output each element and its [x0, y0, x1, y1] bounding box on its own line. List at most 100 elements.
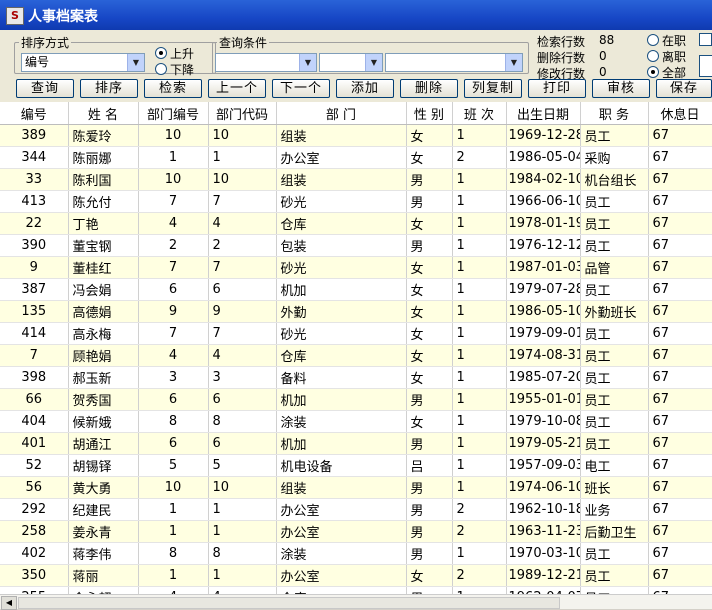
table-cell[interactable]: 7: [138, 322, 209, 345]
table-cell[interactable]: 女: [406, 124, 453, 147]
copy-column-button[interactable]: 列复制: [464, 79, 522, 98]
table-cell[interactable]: 67: [648, 542, 712, 565]
table-row[interactable]: 33 陈利国 10 10 组装男 1 1984-02-10 机台组长 67: [0, 168, 712, 191]
table-cell[interactable]: 135: [0, 300, 69, 323]
table-cell[interactable]: 董桂红: [68, 256, 139, 279]
table-cell[interactable]: 1: [452, 476, 507, 499]
audit-button[interactable]: 审核: [592, 79, 650, 98]
table-cell[interactable]: 组装: [276, 168, 407, 191]
table-row[interactable]: 52 胡锡铎 5 5 机电设备吕 1 1957-09-03 电工 67: [0, 454, 712, 477]
table-cell[interactable]: 女: [406, 564, 453, 587]
table-cell[interactable]: 66: [0, 388, 69, 411]
table-cell[interactable]: 女: [406, 212, 453, 235]
table-cell[interactable]: 1: [452, 168, 507, 191]
table-cell[interactable]: 1: [452, 256, 507, 279]
table-cell[interactable]: 398: [0, 366, 69, 389]
table-cell[interactable]: 67: [648, 520, 712, 543]
table-cell[interactable]: 67: [648, 366, 712, 389]
table-cell[interactable]: 2: [452, 564, 507, 587]
chevron-down-icon[interactable]: ▼: [505, 54, 522, 71]
print-button[interactable]: 打印: [528, 79, 586, 98]
table-cell[interactable]: 女: [406, 256, 453, 279]
table-cell[interactable]: 1: [138, 498, 209, 521]
table-cell[interactable]: 办公室: [276, 498, 407, 521]
table-cell[interactable]: 6: [208, 388, 277, 411]
table-cell[interactable]: 女: [406, 366, 453, 389]
table-cell[interactable]: 1: [452, 432, 507, 455]
table-cell[interactable]: 1979-07-28: [506, 278, 581, 301]
table-cell[interactable]: 男: [406, 498, 453, 521]
table-cell[interactable]: 10: [208, 168, 277, 191]
table-cell[interactable]: 8: [138, 542, 209, 565]
table-cell[interactable]: 4: [208, 344, 277, 367]
table-cell[interactable]: 男: [406, 586, 453, 594]
table-row[interactable]: 350 蒋丽 1 1 办公室女 2 1989-12-21 员工 67: [0, 564, 712, 587]
table-cell[interactable]: 电工: [580, 454, 649, 477]
table-cell[interactable]: 外勤班长: [580, 300, 649, 323]
table-cell[interactable]: 9: [208, 300, 277, 323]
table-cell[interactable]: 33: [0, 168, 69, 191]
table-cell[interactable]: 1974-06-10: [506, 476, 581, 499]
table-cell[interactable]: 陈利国: [68, 168, 139, 191]
table-cell[interactable]: 1978-01-19: [506, 212, 581, 235]
table-cell[interactable]: 1989-12-21: [506, 564, 581, 587]
table-cell[interactable]: 1: [452, 190, 507, 213]
table-cell[interactable]: 办公室: [276, 564, 407, 587]
table-cell[interactable]: 8: [208, 410, 277, 433]
table-cell[interactable]: 高永梅: [68, 322, 139, 345]
table-cell[interactable]: 6: [138, 388, 209, 411]
table-cell[interactable]: 1962-10-18: [506, 498, 581, 521]
records-grid[interactable]: 编号姓 名部门编号 部门代码部 门性 别班 次出生日期职 务休息日 389 陈爱玲 1…: [0, 102, 712, 594]
column-header[interactable]: 姓 名: [68, 102, 139, 125]
table-cell[interactable]: 丁艳: [68, 212, 139, 235]
column-header[interactable]: 部 门: [276, 102, 407, 125]
table-cell[interactable]: 涂装: [276, 542, 407, 565]
table-cell[interactable]: 67: [648, 256, 712, 279]
table-cell[interactable]: 1: [208, 498, 277, 521]
column-header[interactable]: 职 务: [580, 102, 649, 125]
table-cell[interactable]: 67: [648, 476, 712, 499]
column-header[interactable]: 班 次: [452, 102, 507, 125]
table-cell[interactable]: 1962-04-07: [506, 586, 581, 594]
table-cell[interactable]: 胡锡铎: [68, 454, 139, 477]
table-cell[interactable]: 1: [452, 322, 507, 345]
table-row[interactable]: 401 胡通江 6 6 机加男 1 1979-05-21 员工 67: [0, 432, 712, 455]
table-cell[interactable]: 1974-08-31: [506, 344, 581, 367]
table-cell[interactable]: 董宝钢: [68, 234, 139, 257]
table-cell[interactable]: 7: [138, 190, 209, 213]
table-cell[interactable]: 男: [406, 432, 453, 455]
table-cell[interactable]: 7: [208, 190, 277, 213]
table-cell[interactable]: 67: [648, 388, 712, 411]
table-cell[interactable]: 8: [138, 410, 209, 433]
table-cell[interactable]: 4: [208, 212, 277, 235]
table-cell[interactable]: 黄大勇: [68, 476, 139, 499]
table-cell[interactable]: 员工: [580, 542, 649, 565]
table-cell[interactable]: 1: [452, 366, 507, 389]
table-cell[interactable]: 1979-05-21: [506, 432, 581, 455]
table-cell[interactable]: 男: [406, 190, 453, 213]
table-cell[interactable]: 男: [406, 542, 453, 565]
table-cell[interactable]: 1: [452, 234, 507, 257]
table-cell[interactable]: 仓库: [276, 586, 407, 594]
table-cell[interactable]: 404: [0, 410, 69, 433]
table-cell[interactable]: 机台组长: [580, 168, 649, 191]
scrollbar-thumb[interactable]: [18, 597, 560, 609]
table-cell[interactable]: 67: [648, 586, 712, 594]
table-cell[interactable]: 402: [0, 542, 69, 565]
table-cell[interactable]: 2: [452, 498, 507, 521]
table-cell[interactable]: 1: [452, 542, 507, 565]
chevron-down-icon[interactable]: ▼: [299, 54, 316, 71]
table-cell[interactable]: 2: [208, 234, 277, 257]
table-cell[interactable]: 员工: [580, 212, 649, 235]
table-cell[interactable]: 387: [0, 278, 69, 301]
table-cell[interactable]: 9: [138, 300, 209, 323]
table-cell[interactable]: 3: [208, 366, 277, 389]
table-cell[interactable]: 包装: [276, 234, 407, 257]
table-cell[interactable]: 顾艳娟: [68, 344, 139, 367]
table-cell[interactable]: 1: [452, 454, 507, 477]
table-cell[interactable]: 员工: [580, 564, 649, 587]
column-header[interactable]: 性 别: [406, 102, 453, 125]
column-header[interactable]: 休息日: [648, 102, 712, 125]
table-cell[interactable]: 1986-05-04: [506, 146, 581, 169]
table-row[interactable]: 56 黄大勇 10 10 组装男 1 1974-06-10 班长 67: [0, 476, 712, 499]
